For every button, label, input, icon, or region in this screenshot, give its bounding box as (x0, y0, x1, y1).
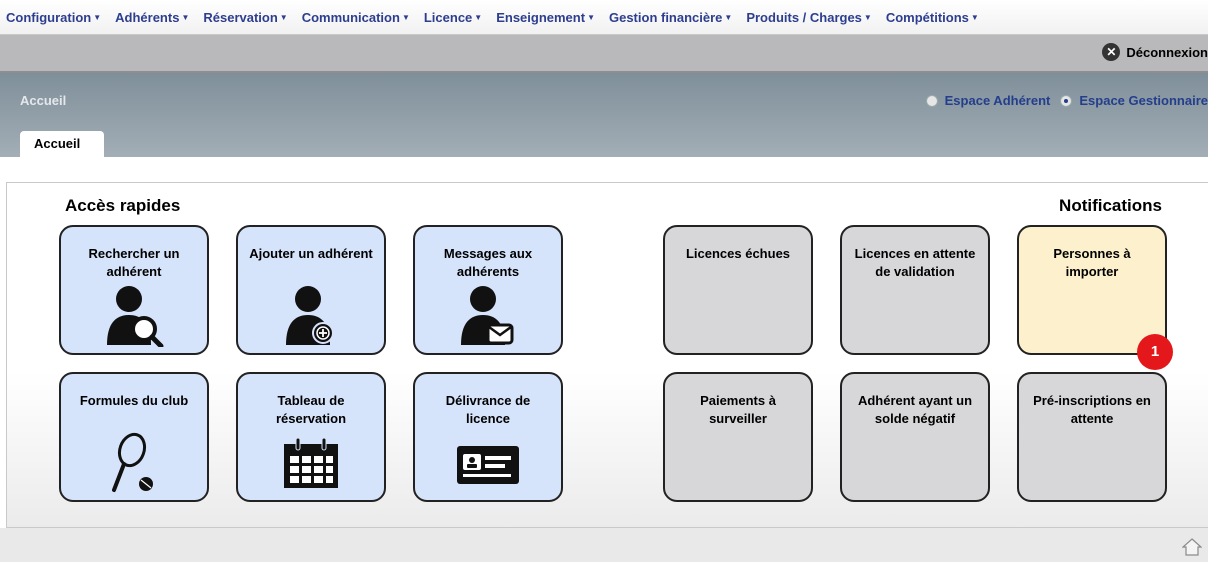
logout-bar: ✕ Déconnexion (0, 35, 1208, 73)
menu-competitions[interactable]: Compétitions ▼ (886, 10, 979, 25)
caret-down-icon: ▼ (474, 12, 483, 22)
caret-down-icon: ▼ (587, 12, 595, 22)
tile-label: Délivrance de licence (445, 393, 531, 426)
menu-gestion-financiere[interactable]: Gestion financière ▼ (609, 10, 732, 25)
menu-adherents[interactable]: Adhérents ▼ (115, 10, 189, 25)
logout-button[interactable]: ✕ Déconnexion (1102, 43, 1208, 61)
tile-label: Messages aux adhérents (443, 246, 533, 279)
tile-messages-adherents[interactable]: Messages aux adhérents (413, 225, 563, 355)
tile-label: Licences en attente de validation (854, 246, 976, 279)
tile-label: Rechercher un adhérent (88, 246, 180, 279)
menu-label: Adhérents (115, 9, 180, 25)
menu-communication[interactable]: Communication ▼ (302, 10, 410, 25)
caret-down-icon: ▼ (401, 12, 410, 22)
espace-adherent-radio[interactable]: Espace Adhérent (925, 93, 1051, 108)
tile-label: Ajouter un adhérent (249, 246, 373, 261)
tile-ajouter-adherent[interactable]: Ajouter un adhérent (236, 225, 386, 355)
menu-label: Gestion financière (608, 9, 723, 25)
user-mail-icon (461, 286, 514, 345)
tile-paiements-surveiller[interactable]: Paiements à surveiller (663, 372, 813, 502)
tile-adherent-solde-negatif[interactable]: Adhérent ayant un solde négatif (840, 372, 990, 502)
menu-reservation[interactable]: Réservation ▼ (203, 10, 287, 25)
menu-label: Compétitions (885, 9, 969, 25)
menu-label: Enseignement (496, 9, 586, 25)
espace-adherent-label: Espace Adhérent (944, 93, 1051, 108)
menu-label: Configuration (6, 9, 92, 25)
tennis-racket-icon (112, 432, 153, 492)
tile-formules-club[interactable]: Formules du club (59, 372, 209, 502)
tile-label: Personnes à importer (1053, 246, 1131, 279)
user-search-icon (107, 286, 164, 347)
espace-switch: Espace Adhérent Espace Gestionnaire (916, 93, 1208, 108)
tile-label: Licences échues (685, 246, 791, 261)
caret-down-icon: ▼ (93, 12, 102, 22)
caret-down-icon: ▼ (181, 12, 190, 22)
page-header: Accueil Espace Adhérent Espace Gestionna… (0, 73, 1208, 157)
tile-preinscriptions-attente[interactable]: Pré-inscriptions en attente (1017, 372, 1167, 502)
menu-enseignement[interactable]: Enseignement ▼ (496, 10, 595, 25)
caret-down-icon: ▼ (279, 12, 288, 22)
notifications-title: Notifications (1059, 196, 1162, 215)
tile-licences-attente-validation[interactable]: Licences en attente de validation (840, 225, 990, 355)
tile-label: Paiements à surveiller (700, 393, 776, 426)
license-card-icon (457, 446, 519, 484)
user-add-icon (286, 286, 334, 345)
menu-configuration[interactable]: Configuration ▼ (6, 10, 101, 25)
tile-label: Tableau de réservation (275, 393, 347, 426)
tile-licences-echues[interactable]: Licences échues (663, 225, 813, 355)
radio-icon (925, 94, 938, 107)
menu-produits-charges[interactable]: Produits / Charges ▼ (746, 10, 872, 25)
notification-count-badge: 1 (1137, 334, 1173, 370)
tile-label: Formules du club (79, 393, 189, 408)
tile-label: Pré-inscriptions en attente (1033, 393, 1151, 426)
tile-label: Adhérent ayant un solde négatif (857, 393, 973, 426)
menu-label: Réservation (203, 9, 278, 25)
calendar-icon (284, 438, 338, 488)
close-icon: ✕ (1102, 43, 1121, 61)
tile-personnes-importer[interactable]: Personnes à importer (1017, 225, 1167, 355)
logout-label: Déconnexion (1126, 44, 1208, 60)
tile-rechercher-adherent[interactable]: Rechercher un adhérent (59, 225, 209, 355)
caret-down-icon: ▼ (724, 12, 733, 22)
caret-down-icon: ▼ (863, 12, 872, 22)
tile-tableau-reservation[interactable]: Tableau de réservation (236, 372, 386, 502)
menu-licence[interactable]: Licence ▼ (424, 10, 482, 25)
radio-selected-icon (1060, 94, 1073, 107)
top-menu: Configuration ▼ Adhérents ▼ Réservation ▼ C… (0, 0, 1208, 35)
quick-access-title: Accès rapides (65, 196, 181, 215)
footer-area (0, 528, 1208, 562)
menu-label: Licence (423, 9, 473, 25)
espace-gestionnaire-radio[interactable]: Espace Gestionnaire (1060, 93, 1208, 108)
breadcrumb: Accueil (20, 93, 67, 108)
home-icon[interactable] (1182, 538, 1202, 556)
menu-label: Communication (301, 9, 400, 25)
menu-label: Produits / Charges (746, 9, 862, 25)
espace-gestionnaire-label: Espace Gestionnaire (1079, 93, 1208, 108)
tab-accueil[interactable]: Accueil (20, 131, 104, 157)
caret-down-icon: ▼ (970, 12, 979, 22)
tile-delivrance-licence[interactable]: Délivrance de licence (413, 372, 563, 502)
